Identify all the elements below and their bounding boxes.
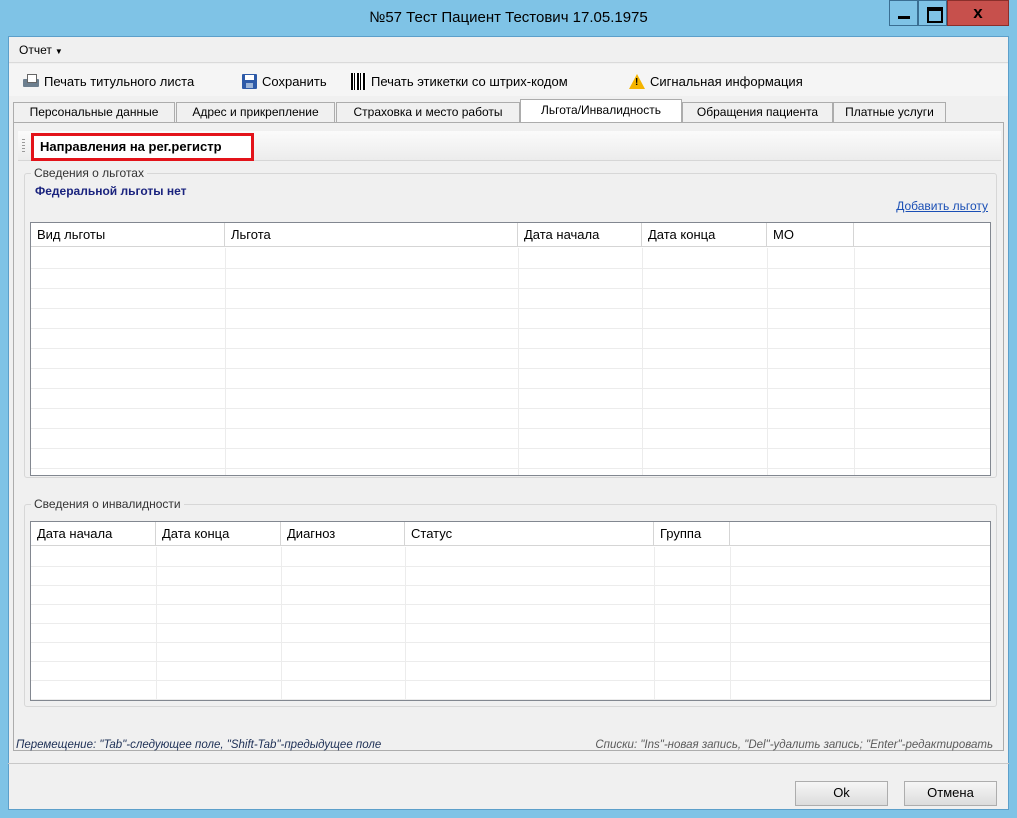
grid-column-line xyxy=(225,248,226,475)
disability-group-label: Сведения о инвалидности xyxy=(31,497,184,511)
minimize-button[interactable] xyxy=(889,0,918,26)
tab-address[interactable]: Адрес и прикрепление xyxy=(176,102,335,122)
toolbar-grip-icon[interactable] xyxy=(22,139,25,153)
grid-row-line xyxy=(31,585,990,586)
warning-icon xyxy=(629,73,645,89)
registry-referral-button[interactable]: Направления на рег.регистр xyxy=(31,133,254,161)
col-filler xyxy=(854,223,990,247)
close-icon: x xyxy=(973,3,983,22)
disability-group: Сведения о инвалидности Дата начала Дата… xyxy=(24,497,997,707)
col-benefit-type[interactable]: Вид льготы xyxy=(31,223,225,247)
disability-table[interactable]: Дата начала Дата конца Диагноз Статус Гр… xyxy=(30,521,991,701)
col-start-date[interactable]: Дата начала xyxy=(518,223,642,247)
save-button[interactable]: Сохранить xyxy=(242,72,327,90)
printer-icon xyxy=(23,74,39,88)
grid-row-line xyxy=(31,368,990,369)
grid-row-line xyxy=(31,699,990,700)
tab-paid-services[interactable]: Платные услуги xyxy=(833,102,946,122)
grid-row-line xyxy=(31,308,990,309)
print-title-label: Печать титульного листа xyxy=(44,73,195,89)
grid-column-line xyxy=(518,248,519,475)
grid-column-line xyxy=(854,248,855,475)
grid-row-line xyxy=(31,604,990,605)
floppy-disk-icon xyxy=(242,73,257,89)
benefits-table-header: Вид льготы Льгота Дата начала Дата конца… xyxy=(31,223,990,247)
panel-toolbar: Направления на рег.регистр xyxy=(18,131,1001,161)
print-labels-label: Печать этикетки со штрих-кодом xyxy=(371,73,568,89)
grid-row-line xyxy=(31,408,990,409)
col-mo[interactable]: МО xyxy=(767,223,854,247)
grid-row-line xyxy=(31,388,990,389)
grid-row-line xyxy=(31,566,990,567)
ok-button[interactable]: Ok xyxy=(795,781,888,806)
tab-personal-data[interactable]: Персональные данные xyxy=(13,102,175,122)
grid-row-line xyxy=(31,428,990,429)
col-benefit[interactable]: Льгота xyxy=(225,223,518,247)
menu-report-label: Отчет xyxy=(19,43,52,57)
application-window: №57 Тест Пациент Тестович 17.05.1975 x О… xyxy=(0,0,1017,818)
disability-table-header: Дата начала Дата конца Диагноз Статус Гр… xyxy=(31,522,990,546)
col-filler xyxy=(730,522,990,546)
navigation-hint: Перемещение: "Tab"-следующее поле, "Shif… xyxy=(16,739,382,751)
benefits-group-label: Сведения о льготах xyxy=(31,166,147,180)
tab-strip: Персональные данные Адрес и прикрепление… xyxy=(13,99,1008,122)
title-bar[interactable]: №57 Тест Пациент Тестович 17.05.1975 x xyxy=(0,0,1017,36)
grid-row-line xyxy=(31,348,990,349)
print-title-button[interactable]: Печать титульного листа xyxy=(23,72,194,90)
add-benefit-link[interactable]: Добавить льготу xyxy=(896,199,988,213)
col-diagnosis[interactable]: Диагноз xyxy=(281,522,405,546)
grid-row-line xyxy=(31,328,990,329)
caret-down-icon: ▼ xyxy=(54,47,63,56)
tab-insurance[interactable]: Страховка и место работы xyxy=(336,102,520,122)
menu-report[interactable]: Отчет ▼ xyxy=(19,43,63,57)
cancel-button[interactable]: Отмена xyxy=(904,781,997,806)
col-status[interactable]: Статус xyxy=(405,522,654,546)
barcode-icon xyxy=(351,72,366,90)
grid-row-line xyxy=(31,468,990,469)
print-labels-button[interactable]: Печать этикетки со штрих-кодом xyxy=(351,72,568,90)
tab-benefits-disability[interactable]: Льгота/Инвалидность xyxy=(520,99,682,122)
grid-row-line xyxy=(31,623,990,624)
maximize-button[interactable] xyxy=(918,0,947,26)
grid-row-line xyxy=(31,680,990,681)
col-end-date[interactable]: Дата конца xyxy=(642,223,767,247)
tab-patient-visits[interactable]: Обращения пациента xyxy=(682,102,833,122)
window-client-area: Отчет ▼ Печать титульного листа Сохранить… xyxy=(8,36,1009,810)
grid-column-line xyxy=(642,248,643,475)
signal-info-button[interactable]: Сигнальная информация xyxy=(629,72,803,90)
col-start-date[interactable]: Дата начала xyxy=(31,522,156,546)
benefits-table[interactable]: Вид льготы Льгота Дата начала Дата конца… xyxy=(30,222,991,476)
grid-row-line xyxy=(31,268,990,269)
menu-bar: Отчет ▼ xyxy=(9,37,1008,63)
grid-column-line xyxy=(767,248,768,475)
grid-row-line xyxy=(31,288,990,289)
toolbar: Печать титульного листа Сохранить Печать… xyxy=(9,64,1008,96)
disability-table-body xyxy=(31,547,990,700)
col-end-date[interactable]: Дата конца xyxy=(156,522,281,546)
grid-row-line xyxy=(31,448,990,449)
benefits-disability-panel: Направления на рег.регистр Сведения о ль… xyxy=(13,123,1004,751)
benefits-table-body xyxy=(31,248,990,475)
bottom-separator xyxy=(8,763,1009,764)
grid-row-line xyxy=(31,661,990,662)
col-group[interactable]: Группа xyxy=(654,522,730,546)
federal-benefit-status: Федеральной льготы нет xyxy=(35,184,187,198)
save-label: Сохранить xyxy=(262,73,327,89)
signal-info-label: Сигнальная информация xyxy=(650,73,803,89)
list-hint: Списки: "Ins"-новая запись, "Del"-удалит… xyxy=(595,739,993,751)
grid-row-line xyxy=(31,642,990,643)
benefits-group: Сведения о льготах Федеральной льготы не… xyxy=(24,166,997,478)
window-title: №57 Тест Пациент Тестович 17.05.1975 xyxy=(369,9,648,26)
close-button[interactable]: x xyxy=(947,0,1009,26)
